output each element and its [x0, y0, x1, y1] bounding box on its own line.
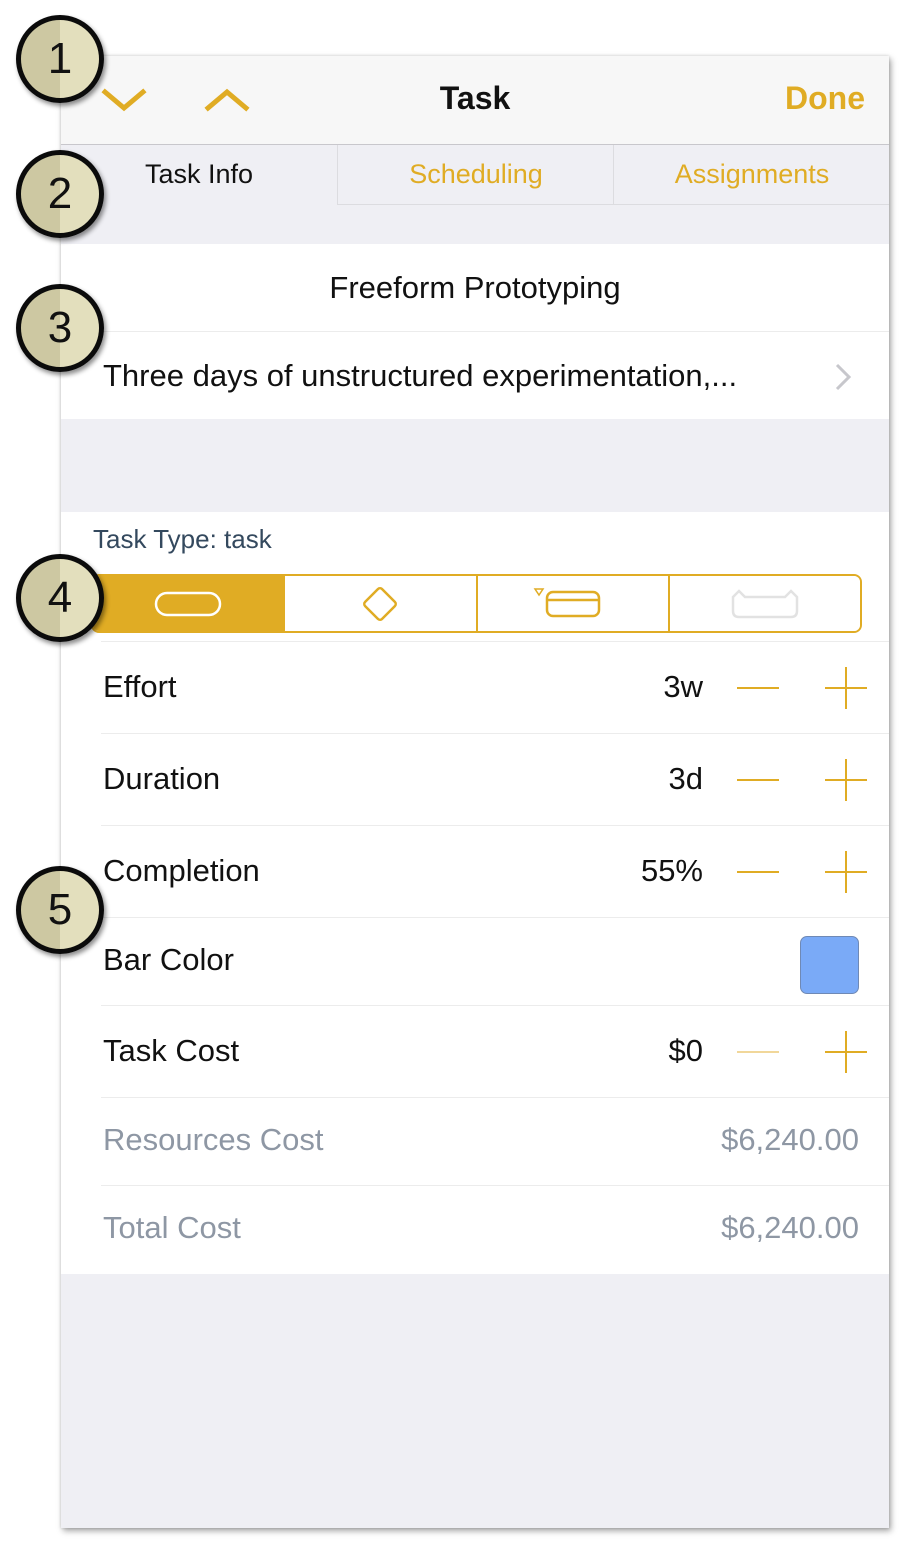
minus-icon [737, 871, 779, 873]
task-cost-label: Task Cost [103, 1033, 240, 1068]
group-bar-icon [533, 587, 600, 617]
completion-label: Completion [103, 853, 260, 888]
effort-value[interactable]: 3w [663, 669, 703, 705]
total-cost-label: Total Cost [103, 1210, 241, 1245]
resources-cost-row: Resources Cost $6,240.00 [101, 1098, 889, 1186]
plus-icon [825, 667, 867, 709]
minus-icon [737, 687, 779, 689]
duration-value[interactable]: 3d [669, 761, 703, 797]
task-type-hammock[interactable] [667, 576, 860, 631]
task-type-milestone[interactable] [283, 576, 476, 631]
task-type-group[interactable] [475, 576, 668, 631]
resources-cost-value: $6,240.00 [721, 1122, 859, 1157]
task-type-label: Task Type: task [93, 524, 272, 554]
duration-label: Duration [103, 761, 221, 796]
task-title-field[interactable]: Freeform Prototyping [101, 244, 889, 332]
minus-icon [737, 779, 779, 781]
completion-increment-button[interactable] [823, 849, 869, 895]
effort-label: Effort [103, 669, 177, 704]
task-type-segmented-control [91, 574, 862, 633]
hammock-icon [731, 588, 799, 618]
callout-badge: 4 [16, 554, 104, 642]
callout-badge: 3 [16, 284, 104, 372]
chevron-right-icon [835, 363, 852, 391]
duration-increment-button[interactable] [823, 757, 869, 803]
bar-color-row: Bar Color [101, 918, 889, 1006]
milestone-diamond-icon [363, 586, 398, 621]
tab-assignments[interactable]: Assignments [613, 145, 889, 205]
task-cost-decrement-button[interactable] [735, 1029, 781, 1075]
resources-cost-label: Resources Cost [103, 1122, 324, 1157]
effort-increment-button[interactable] [823, 665, 869, 711]
tab-scheduling[interactable]: Scheduling [337, 145, 614, 205]
plus-icon [825, 759, 867, 801]
plus-icon [825, 851, 867, 893]
task-type-task[interactable] [93, 576, 284, 631]
effort-decrement-button[interactable] [735, 665, 781, 711]
duration-row: Duration 3d [101, 734, 889, 826]
minus-icon [737, 1051, 779, 1053]
task-cost-value[interactable]: $0 [669, 1033, 703, 1069]
total-cost-row: Total Cost $6,240.00 [101, 1186, 889, 1273]
total-cost-value: $6,240.00 [721, 1210, 859, 1245]
bar-color-swatch[interactable] [800, 936, 859, 994]
callout-badge: 5 [16, 866, 104, 954]
task-inspector-panel: Task Done Task Info Scheduling Assignmen… [61, 56, 889, 1528]
task-cost-row: Task Cost $0 [101, 1006, 889, 1098]
completion-decrement-button[interactable] [735, 849, 781, 895]
task-details-section: Task Type: task Effort 3w Duration 3d Co… [61, 512, 889, 1274]
task-notes-text: Three days of unstructured experimentati… [103, 358, 738, 393]
plus-icon [825, 1031, 867, 1073]
callout-badge: 2 [16, 150, 104, 238]
completion-value[interactable]: 55% [641, 853, 703, 889]
task-bar-icon [154, 591, 222, 616]
nav-bar: Task Done [61, 56, 889, 145]
callout-badge: 1 [16, 15, 104, 103]
page-title: Task [439, 80, 511, 116]
task-notes-row[interactable]: Three days of unstructured experimentati… [61, 332, 889, 419]
done-button[interactable]: Done [785, 80, 865, 117]
effort-row: Effort 3w [101, 642, 889, 734]
task-name-section: Freeform Prototyping Three days of unstr… [61, 244, 889, 419]
completion-row: Completion 55% [101, 826, 889, 918]
bar-color-label: Bar Color [103, 942, 234, 977]
task-cost-increment-button[interactable] [823, 1029, 869, 1075]
duration-decrement-button[interactable] [735, 757, 781, 803]
inspector-tabs: Task Info Scheduling Assignments [61, 145, 889, 205]
